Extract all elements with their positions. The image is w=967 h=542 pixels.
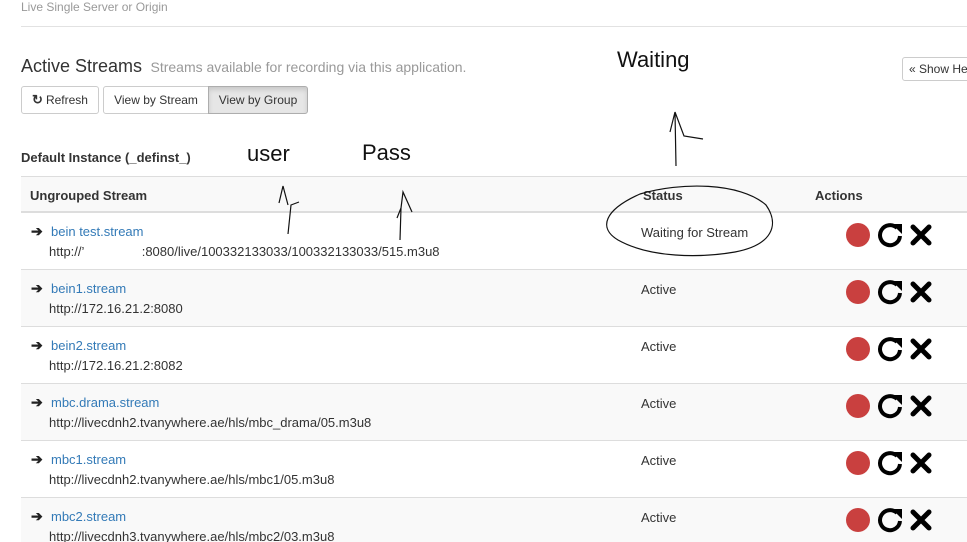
page-subtitle: Streams available for recording via this…: [150, 59, 467, 75]
record-icon[interactable]: [846, 337, 870, 361]
row-actions: [846, 223, 936, 249]
stream-url: http://livecdnh3.tvanywhere.ae/hls/mbc2/…: [49, 529, 335, 542]
header-stream: Ungrouped Stream: [30, 188, 148, 203]
streams-table: Ungrouped Stream Status Actions ➔ bein t…: [21, 176, 967, 542]
view-by-stream-button[interactable]: View by Stream: [103, 86, 209, 114]
arrow-right-icon: ➔: [31, 394, 43, 410]
divider: [21, 26, 967, 27]
stream-url: http://’ :8080/live/100332133033/1003321…: [49, 244, 440, 259]
stream-name-link[interactable]: bein1.stream: [51, 281, 126, 296]
restart-icon[interactable]: [876, 335, 904, 363]
row-actions: [846, 508, 936, 534]
record-icon[interactable]: [846, 508, 870, 532]
annotation-pass: Pass: [362, 140, 411, 165]
row-actions: [846, 451, 936, 477]
stream-status: Active: [641, 339, 677, 354]
table-row: ➔ mbc1.stream http://livecdnh2.tvanywher…: [21, 441, 967, 498]
table-row: ➔ bein test.stream http://’ :8080/live/1…: [21, 213, 967, 270]
arrow-right-icon: ➔: [31, 337, 43, 353]
stream-status: Active: [641, 282, 677, 297]
delete-icon[interactable]: [909, 280, 933, 304]
stream-status: Waiting for Stream: [641, 225, 749, 240]
table-row: ➔ bein1.stream http://172.16.21.2:8080 A…: [21, 270, 967, 327]
stream-url: http://172.16.21.2:8080: [49, 301, 183, 316]
restart-icon[interactable]: [876, 221, 904, 249]
delete-icon[interactable]: [909, 223, 933, 247]
table-header: Ungrouped Stream Status Actions: [21, 176, 967, 213]
table-row: ➔ mbc2.stream http://livecdnh3.tvanywher…: [21, 498, 967, 542]
row-actions: [846, 394, 936, 420]
header-status: Status: [643, 188, 683, 203]
delete-icon[interactable]: [909, 394, 933, 418]
restart-icon[interactable]: [876, 392, 904, 420]
annotation-arrow: [669, 111, 704, 167]
record-icon[interactable]: [846, 394, 870, 418]
row-actions: [846, 280, 936, 306]
restart-icon[interactable]: [876, 278, 904, 306]
arrow-right-icon: ➔: [31, 223, 43, 239]
stream-url: http://172.16.21.2:8082: [49, 358, 183, 373]
stream-url: http://livecdnh2.tvanywhere.ae/hls/mbc_d…: [49, 415, 372, 430]
stream-status: Active: [641, 453, 677, 468]
stream-name-link[interactable]: mbc.drama.stream: [51, 395, 159, 410]
table-row: ➔ bein2.stream http://172.16.21.2:8082 A…: [21, 327, 967, 384]
row-actions: [846, 337, 936, 363]
view-by-group-button[interactable]: View by Group: [208, 86, 308, 114]
restart-icon[interactable]: [876, 506, 904, 534]
arrow-right-icon: ➔: [31, 508, 43, 524]
stream-url: http://livecdnh2.tvanywhere.ae/hls/mbc1/…: [49, 472, 335, 487]
refresh-label: Refresh: [45, 93, 88, 107]
refresh-button[interactable]: ↻ Refresh: [21, 86, 99, 114]
arrow-right-icon: ➔: [31, 451, 43, 467]
refresh-icon: ↻: [32, 92, 43, 107]
stream-name-link[interactable]: mbc1.stream: [51, 452, 126, 467]
instance-label: Default Instance (_definst_): [21, 150, 191, 165]
delete-icon[interactable]: [909, 337, 933, 361]
stream-name-link[interactable]: mbc2.stream: [51, 509, 126, 524]
page-header: Active Streams Streams available for rec…: [21, 56, 466, 77]
delete-icon[interactable]: [909, 508, 933, 532]
arrow-right-icon: ➔: [31, 280, 43, 296]
annotation-waiting: Waiting: [617, 47, 690, 72]
record-icon[interactable]: [846, 451, 870, 475]
stream-name-link[interactable]: bein test.stream: [51, 224, 144, 239]
show-help-button[interactable]: « Show Help: [902, 57, 967, 81]
stream-status: Active: [641, 510, 677, 525]
restart-icon[interactable]: [876, 449, 904, 477]
table-row: ➔ mbc.drama.stream http://livecdnh2.tvan…: [21, 384, 967, 441]
record-icon[interactable]: [846, 223, 870, 247]
header-actions: Actions: [815, 188, 863, 203]
stream-status: Active: [641, 396, 677, 411]
annotation-user: user: [247, 141, 290, 166]
delete-icon[interactable]: [909, 451, 933, 475]
page-title: Active Streams: [21, 56, 143, 76]
top-subtitle: Live Single Server or Origin: [21, 0, 168, 14]
stream-name-link[interactable]: bein2.stream: [51, 338, 126, 353]
record-icon[interactable]: [846, 280, 870, 304]
